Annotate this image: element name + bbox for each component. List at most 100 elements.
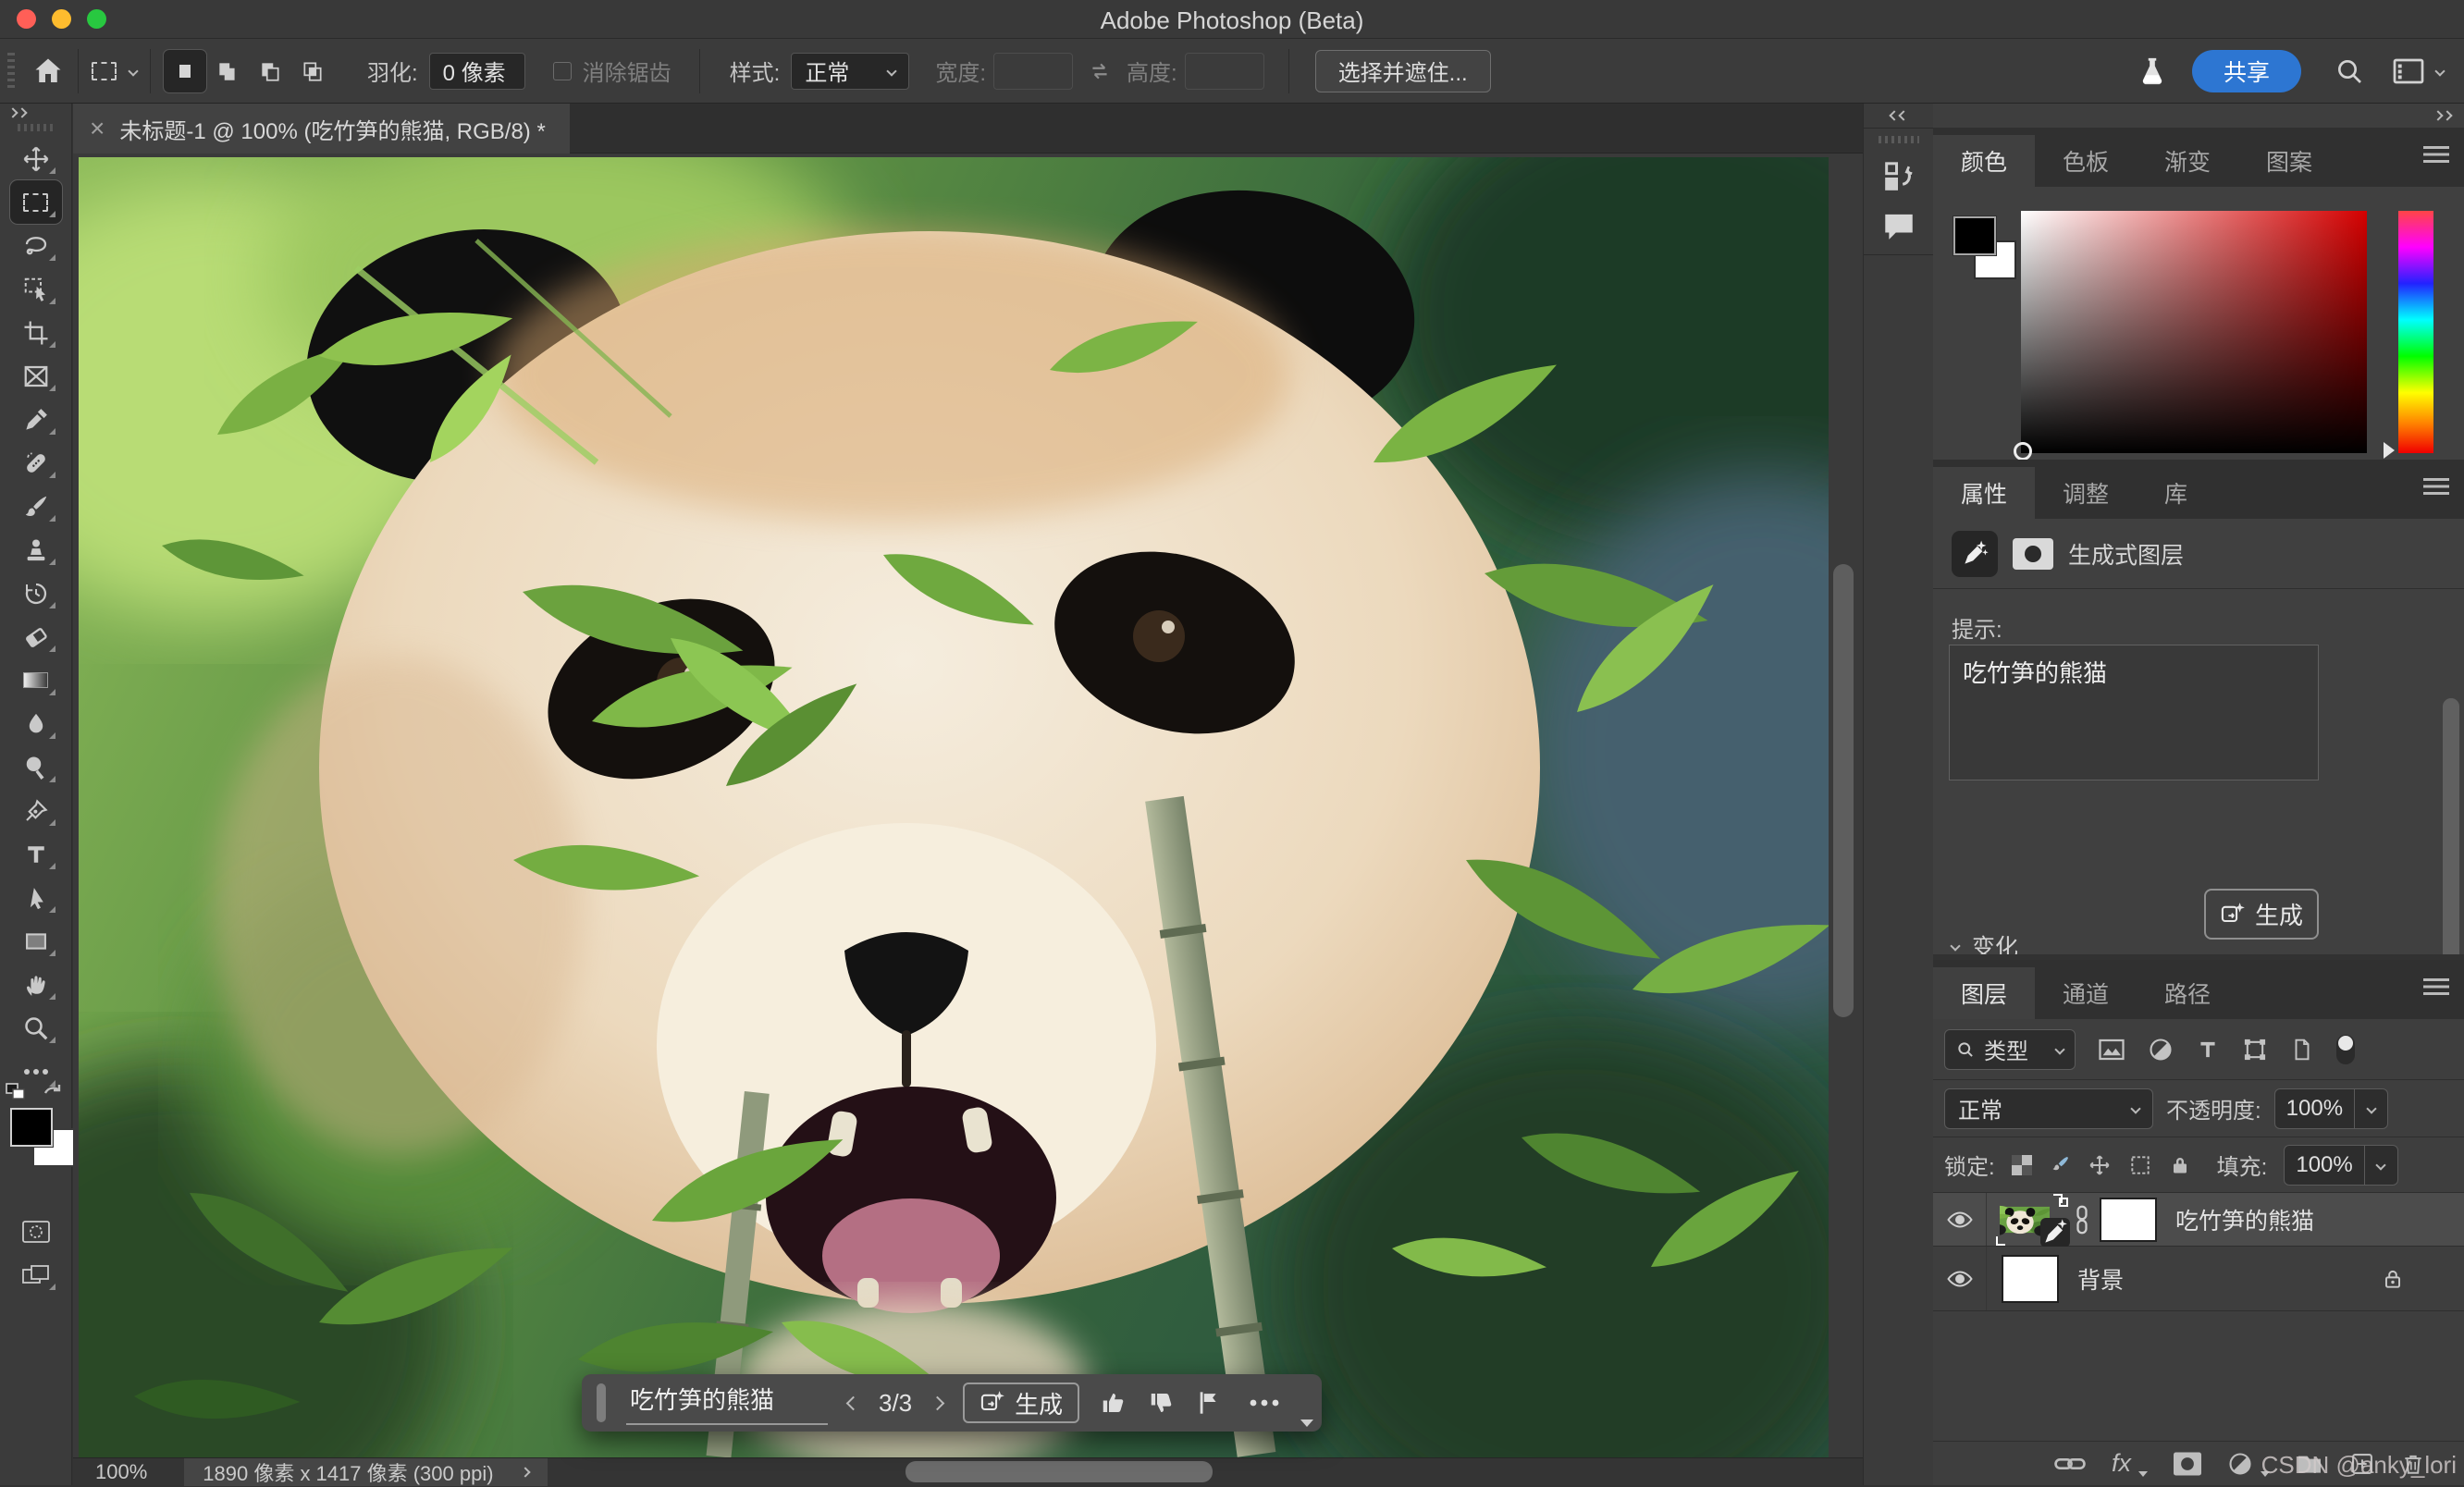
add-to-selection-mode-button[interactable]: [206, 50, 249, 92]
layer-thumbnail-panda[interactable]: [2000, 1198, 2059, 1242]
lock-position-icon[interactable]: [2088, 1153, 2112, 1177]
workspace-switcher[interactable]: [2392, 57, 2444, 85]
intersect-selection-mode-button[interactable]: [291, 50, 334, 92]
panel-menu-icon[interactable]: [2423, 478, 2449, 495]
tab-gradients[interactable]: 渐变: [2137, 135, 2238, 187]
rectangle-tool[interactable]: [10, 919, 62, 963]
panel-menu-icon[interactable]: [2423, 978, 2449, 995]
blur-tool[interactable]: [10, 702, 62, 745]
generative-layer-icon[interactable]: [1952, 531, 1998, 577]
subtract-from-selection-mode-button[interactable]: [249, 50, 291, 92]
frame-tool[interactable]: [10, 354, 62, 398]
lock-pixels-icon[interactable]: [2049, 1154, 2071, 1176]
opacity-select[interactable]: 100%: [2274, 1088, 2388, 1129]
vertical-scrollbar[interactable]: [1833, 564, 1854, 1017]
zoom-level-field[interactable]: 100%: [95, 1460, 147, 1484]
filter-image-layers-icon[interactable]: [2098, 1038, 2125, 1062]
layer-visibility-eye-icon[interactable]: [1933, 1193, 1987, 1246]
next-variation-icon[interactable]: [930, 1395, 945, 1410]
dodge-tool[interactable]: [10, 745, 62, 789]
foreground-color-swatch[interactable]: [10, 1108, 53, 1147]
beaker-icon[interactable]: [2137, 55, 2168, 88]
expand-panels-icon[interactable]: [0, 104, 71, 117]
layer-visibility-eye-icon[interactable]: [1933, 1247, 1987, 1310]
crop-tool[interactable]: [10, 311, 62, 354]
width-input[interactable]: [993, 53, 1073, 90]
contextual-prompt-input[interactable]: 吃竹笋的熊猫: [626, 1382, 828, 1425]
expand-panels-right-icon[interactable]: [1933, 104, 2464, 128]
panel-menu-icon[interactable]: [2423, 146, 2449, 163]
hue-slider[interactable]: [2398, 211, 2433, 453]
screen-mode-button[interactable]: [10, 1253, 62, 1297]
tab-color[interactable]: 颜色: [1933, 135, 2035, 187]
select-and-mask-button[interactable]: 选择并遮住...: [1315, 50, 1491, 92]
eraser-tool[interactable]: [10, 615, 62, 658]
layer-mask-thumbnail[interactable]: [2100, 1198, 2157, 1242]
feather-value-field[interactable]: 0 像素: [429, 53, 525, 90]
add-mask-icon[interactable]: [2174, 1452, 2201, 1476]
foreground-color-swatch-panel[interactable]: [1953, 216, 1996, 255]
tab-swatches[interactable]: 色板: [2035, 135, 2137, 187]
tab-channels[interactable]: 通道: [2035, 967, 2137, 1019]
tab-properties[interactable]: 属性: [1933, 467, 2035, 519]
layer-name[interactable]: 吃竹笋的熊猫: [2175, 1203, 2314, 1236]
spot-healing-brush-tool[interactable]: [10, 441, 62, 485]
layer-row-background[interactable]: 背景: [1933, 1247, 2464, 1311]
fill-select[interactable]: 100%: [2284, 1145, 2397, 1186]
flag-icon[interactable]: [1196, 1389, 1222, 1417]
previous-variation-icon[interactable]: [846, 1395, 861, 1410]
tab-adjustments[interactable]: 调整: [2035, 467, 2137, 519]
layer-row-generative[interactable]: 吃竹笋的熊猫: [1933, 1193, 2464, 1247]
type-tool[interactable]: [10, 832, 62, 876]
brush-tool[interactable]: [10, 485, 62, 528]
thumbs-up-icon[interactable]: [1100, 1389, 1127, 1417]
more-options-icon[interactable]: [1248, 1397, 1281, 1408]
status-chevron-icon[interactable]: [520, 1467, 530, 1477]
search-icon[interactable]: [2335, 56, 2364, 86]
quick-mask-mode-button[interactable]: [10, 1210, 62, 1253]
hue-slider-arrow[interactable]: [2384, 442, 2395, 459]
zoom-tool[interactable]: [10, 1006, 62, 1050]
share-button[interactable]: 共享: [2192, 50, 2301, 92]
thumbs-down-icon[interactable]: [1148, 1389, 1176, 1417]
saturation-brightness-field[interactable]: [2021, 211, 2367, 453]
link-layers-icon[interactable]: [2054, 1455, 2086, 1473]
home-icon[interactable]: [31, 55, 65, 88]
lasso-tool[interactable]: [10, 224, 62, 267]
layer-name[interactable]: 背景: [2077, 1262, 2124, 1296]
filter-smart-object-icon[interactable]: [2290, 1037, 2314, 1063]
document-tab[interactable]: × 未标题-1 @ 100% (吃竹笋的熊猫, RGB/8) *: [73, 104, 570, 154]
add-adjustment-layer-icon[interactable]: [2227, 1451, 2253, 1477]
tab-patterns[interactable]: 图案: [2238, 135, 2340, 187]
style-select[interactable]: 正常: [791, 53, 909, 90]
lock-all-icon[interactable]: [2169, 1153, 2191, 1177]
tab-libraries[interactable]: 库: [2137, 467, 2215, 519]
hand-tool[interactable]: [10, 963, 62, 1006]
layer-filter-select[interactable]: 类型: [1944, 1029, 2076, 1070]
tab-paths[interactable]: 路径: [2137, 967, 2238, 1019]
canvas-area[interactable]: [73, 154, 1863, 1457]
rectangular-marquee-tool[interactable]: [10, 180, 62, 224]
prompt-textarea[interactable]: 吃竹笋的熊猫: [1949, 645, 2319, 780]
height-input[interactable]: [1185, 53, 1264, 90]
filter-shape-layers-icon[interactable]: [2242, 1037, 2268, 1063]
link-mask-icon[interactable]: [2074, 1204, 2090, 1235]
collapse-bar-icon[interactable]: [1300, 1419, 1313, 1427]
export-icon[interactable]: [1880, 158, 1917, 195]
mask-icon[interactable]: [2013, 538, 2053, 570]
eyedropper-tool[interactable]: [10, 398, 62, 441]
color-picker-ring[interactable]: [2014, 442, 2032, 461]
lock-artboard-icon[interactable]: [2128, 1153, 2152, 1177]
antialias-checkbox[interactable]: [553, 62, 572, 80]
tool-preset-picker[interactable]: [92, 62, 137, 80]
filter-toggle-switch[interactable]: [2336, 1035, 2355, 1064]
object-selection-tool[interactable]: [10, 267, 62, 311]
drag-handle[interactable]: [597, 1383, 606, 1422]
reset-colors-icon[interactable]: [42, 1080, 64, 1100]
swap-dimensions-icon[interactable]: [1088, 59, 1112, 83]
filter-adjustment-layers-icon[interactable]: [2148, 1037, 2174, 1063]
blend-mode-select[interactable]: 正常: [1944, 1088, 2153, 1129]
comment-icon[interactable]: [1880, 210, 1917, 243]
swap-colors-icon[interactable]: [5, 1082, 29, 1102]
history-brush-tool[interactable]: [10, 571, 62, 615]
